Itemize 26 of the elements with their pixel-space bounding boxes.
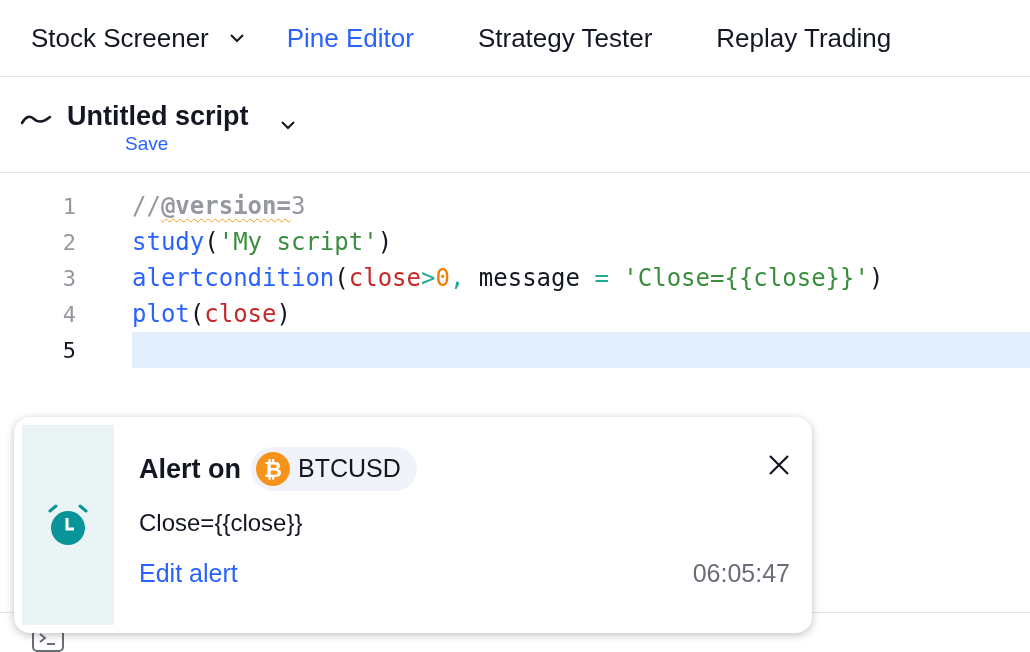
bitcoin-icon: ₿ (256, 452, 290, 486)
nav-tab[interactable]: Pine Editor (286, 18, 414, 58)
save-link[interactable]: Save (125, 133, 169, 155)
symbol-label: BTCUSD (298, 453, 401, 485)
edit-alert-link[interactable]: Edit alert (139, 555, 238, 593)
line-number: 4 (61, 300, 76, 329)
alarm-clock-icon (46, 503, 90, 547)
code-line: //@version=3 (132, 191, 306, 222)
nav-tab[interactable]: Stock Screener (31, 18, 245, 58)
code-line: plot(close) (132, 299, 291, 330)
alert-time: 06:05:47 (692, 558, 790, 589)
code-line: study('My script') (132, 227, 393, 258)
nav-tab[interactable]: Strategy Tester (477, 18, 653, 58)
nav-tab[interactable]: Replay Trading (716, 18, 892, 58)
code-line: alertcondition(close>0, message = 'Close={{close}}') (132, 263, 884, 294)
chevron-down-icon[interactable] (278, 119, 297, 131)
symbol-chip[interactable]: ₿ BTCUSD (251, 447, 417, 491)
line-number: 5 (61, 336, 76, 365)
close-icon[interactable] (768, 454, 790, 476)
line-number: 2 (61, 228, 76, 257)
alert-title: Alert on (139, 452, 241, 486)
script-title: Untitled script (67, 100, 249, 133)
line-number: 3 (61, 264, 76, 293)
chevron-down-icon (228, 33, 245, 43)
alert-message: Close={{close}} (139, 508, 304, 538)
line-number: 1 (61, 192, 76, 221)
